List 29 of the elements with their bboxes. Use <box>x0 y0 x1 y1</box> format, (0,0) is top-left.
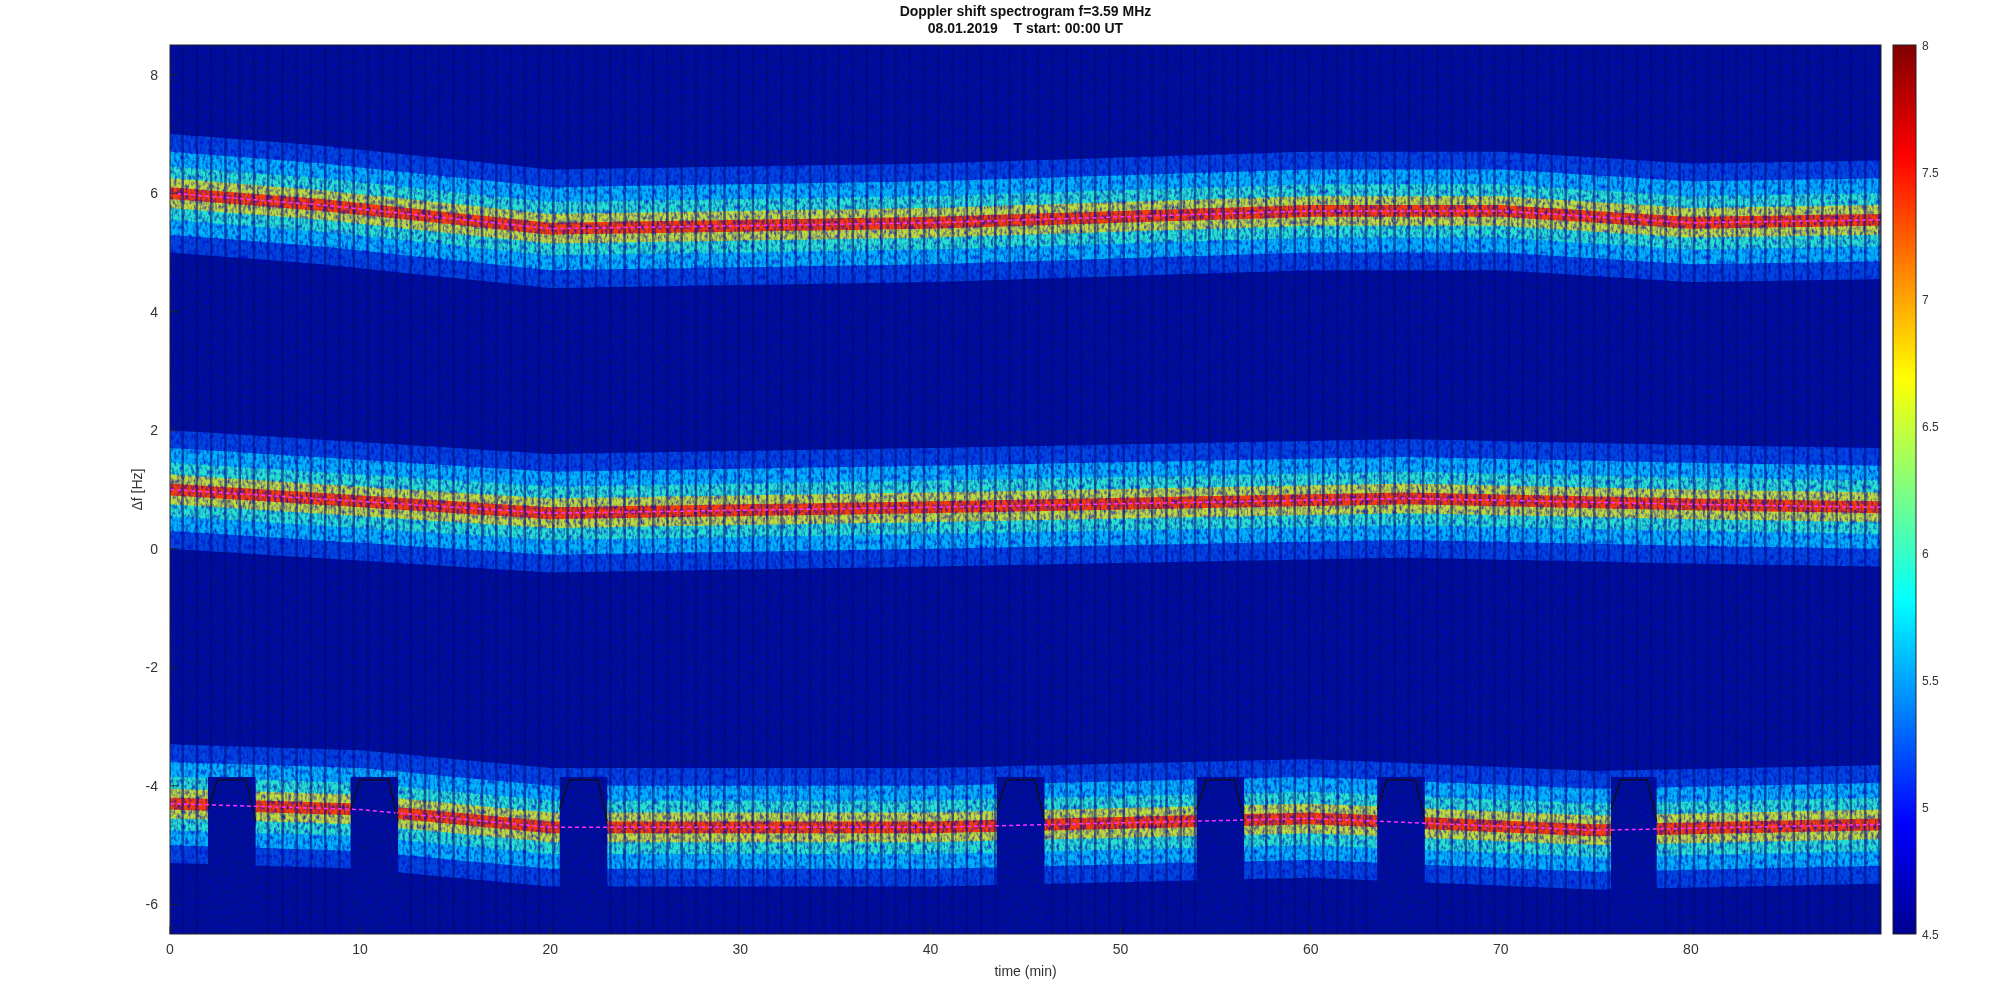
tick-label: 8 <box>150 66 158 83</box>
tick-label: 0 <box>150 540 158 557</box>
tick-label: 4 <box>150 303 158 320</box>
tick-label: 2 <box>150 422 158 439</box>
chart-title: 08.01.2019 T start: 00:00 UT <box>927 20 1124 36</box>
tick-label: 60 <box>1302 941 1319 957</box>
tick-label: 5 <box>1922 801 1929 815</box>
tick-label: 40 <box>922 941 939 957</box>
tick-label: 70 <box>1493 941 1509 957</box>
tick-label: 0 <box>166 941 174 957</box>
tick-label: 80 <box>1683 941 1699 957</box>
tick-label: -4 <box>145 777 158 794</box>
tick-label: 6 <box>150 185 158 202</box>
tick-label: 10 <box>352 941 368 957</box>
tick-label: -2 <box>145 659 158 676</box>
tick-label: -6 <box>145 896 158 913</box>
tick-label: 50 <box>1112 941 1129 957</box>
axis-label: time (min) <box>994 963 1057 979</box>
tick-label: 30 <box>732 941 749 957</box>
tick-label: 20 <box>542 941 558 957</box>
tick-label: 8 <box>1922 39 1929 53</box>
tick-label: 7 <box>1922 293 1929 307</box>
tick-label: 7.5 <box>1922 166 1939 180</box>
tick-label: 6 <box>1922 547 1929 561</box>
tick-label: 6.5 <box>1922 420 1939 434</box>
axis-label: Δf [Hz] <box>129 468 145 511</box>
tick-label: 5.5 <box>1922 674 1939 688</box>
chart-title: Doppler shift spectrogram f=3.59 MHz <box>899 3 1152 19</box>
tick-label: 4.5 <box>1922 928 1939 942</box>
